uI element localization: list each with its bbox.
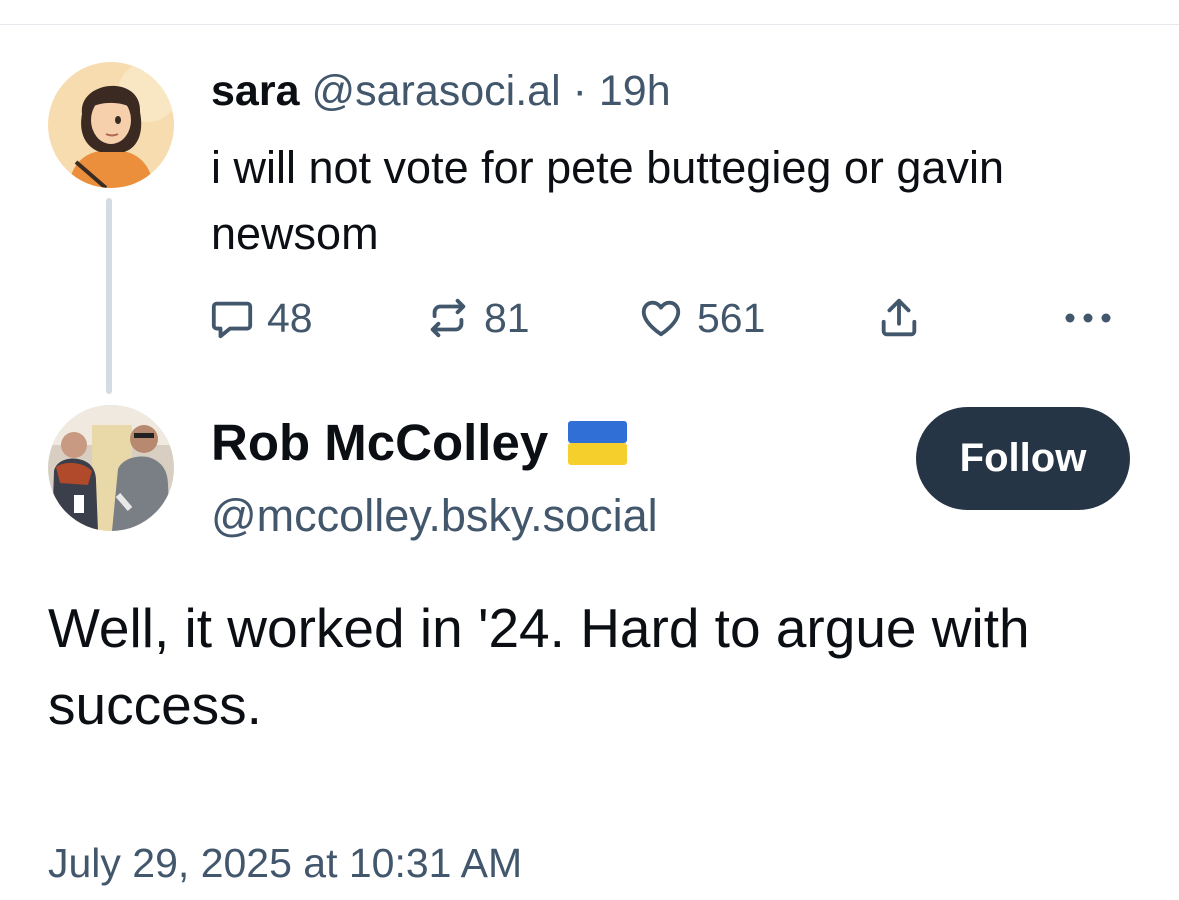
heart-icon	[641, 300, 681, 337]
parent-author-avatar[interactable]	[48, 62, 174, 188]
header-separator: ·	[572, 67, 587, 115]
ukraine-flag-icon	[568, 421, 628, 465]
speech-bubble-icon	[211, 301, 253, 339]
parent-author-name[interactable]: sara	[211, 67, 299, 115]
parent-avatar-illustration	[48, 62, 174, 188]
parent-post-header: sara @sarasoci.al · 19h	[211, 64, 671, 118]
reply-author-avatar[interactable]	[48, 405, 174, 531]
parent-author-handle[interactable]: @sarasoci.al	[311, 67, 560, 115]
like-button[interactable]: 561	[637, 288, 765, 348]
repost-button[interactable]: 81	[424, 288, 530, 348]
reply-post-text: Well, it worked in '24. Hard to argue wi…	[48, 597, 1030, 736]
reply-author-handle[interactable]: @mccolley.bsky.social	[211, 486, 658, 546]
reply-count: 48	[267, 294, 313, 341]
reply-button[interactable]: 48	[209, 288, 313, 348]
share-upload-icon	[881, 298, 917, 337]
reply-author-name[interactable]: Rob McColley	[211, 410, 548, 476]
top-divider	[0, 24, 1179, 25]
reply-avatar-photo	[48, 405, 174, 531]
parent-post-time[interactable]: 19h	[599, 67, 671, 115]
parent-post-text: i will not vote for pete buttegieg or ga…	[211, 142, 1004, 259]
like-count: 561	[697, 294, 766, 341]
ellipsis-icon	[1065, 313, 1111, 323]
parent-post-actions: 48 81 561	[0, 288, 1179, 348]
repost-count: 81	[484, 294, 530, 341]
more-options-button[interactable]	[1063, 288, 1113, 348]
reply-author-row: Rob McColley	[211, 410, 628, 476]
reply-post-timestamp: July 29, 2025 at 10:31 AM	[48, 840, 523, 886]
share-button[interactable]	[876, 288, 922, 348]
follow-button[interactable]: Follow	[916, 407, 1130, 510]
repost-arrows-icon	[430, 298, 466, 338]
